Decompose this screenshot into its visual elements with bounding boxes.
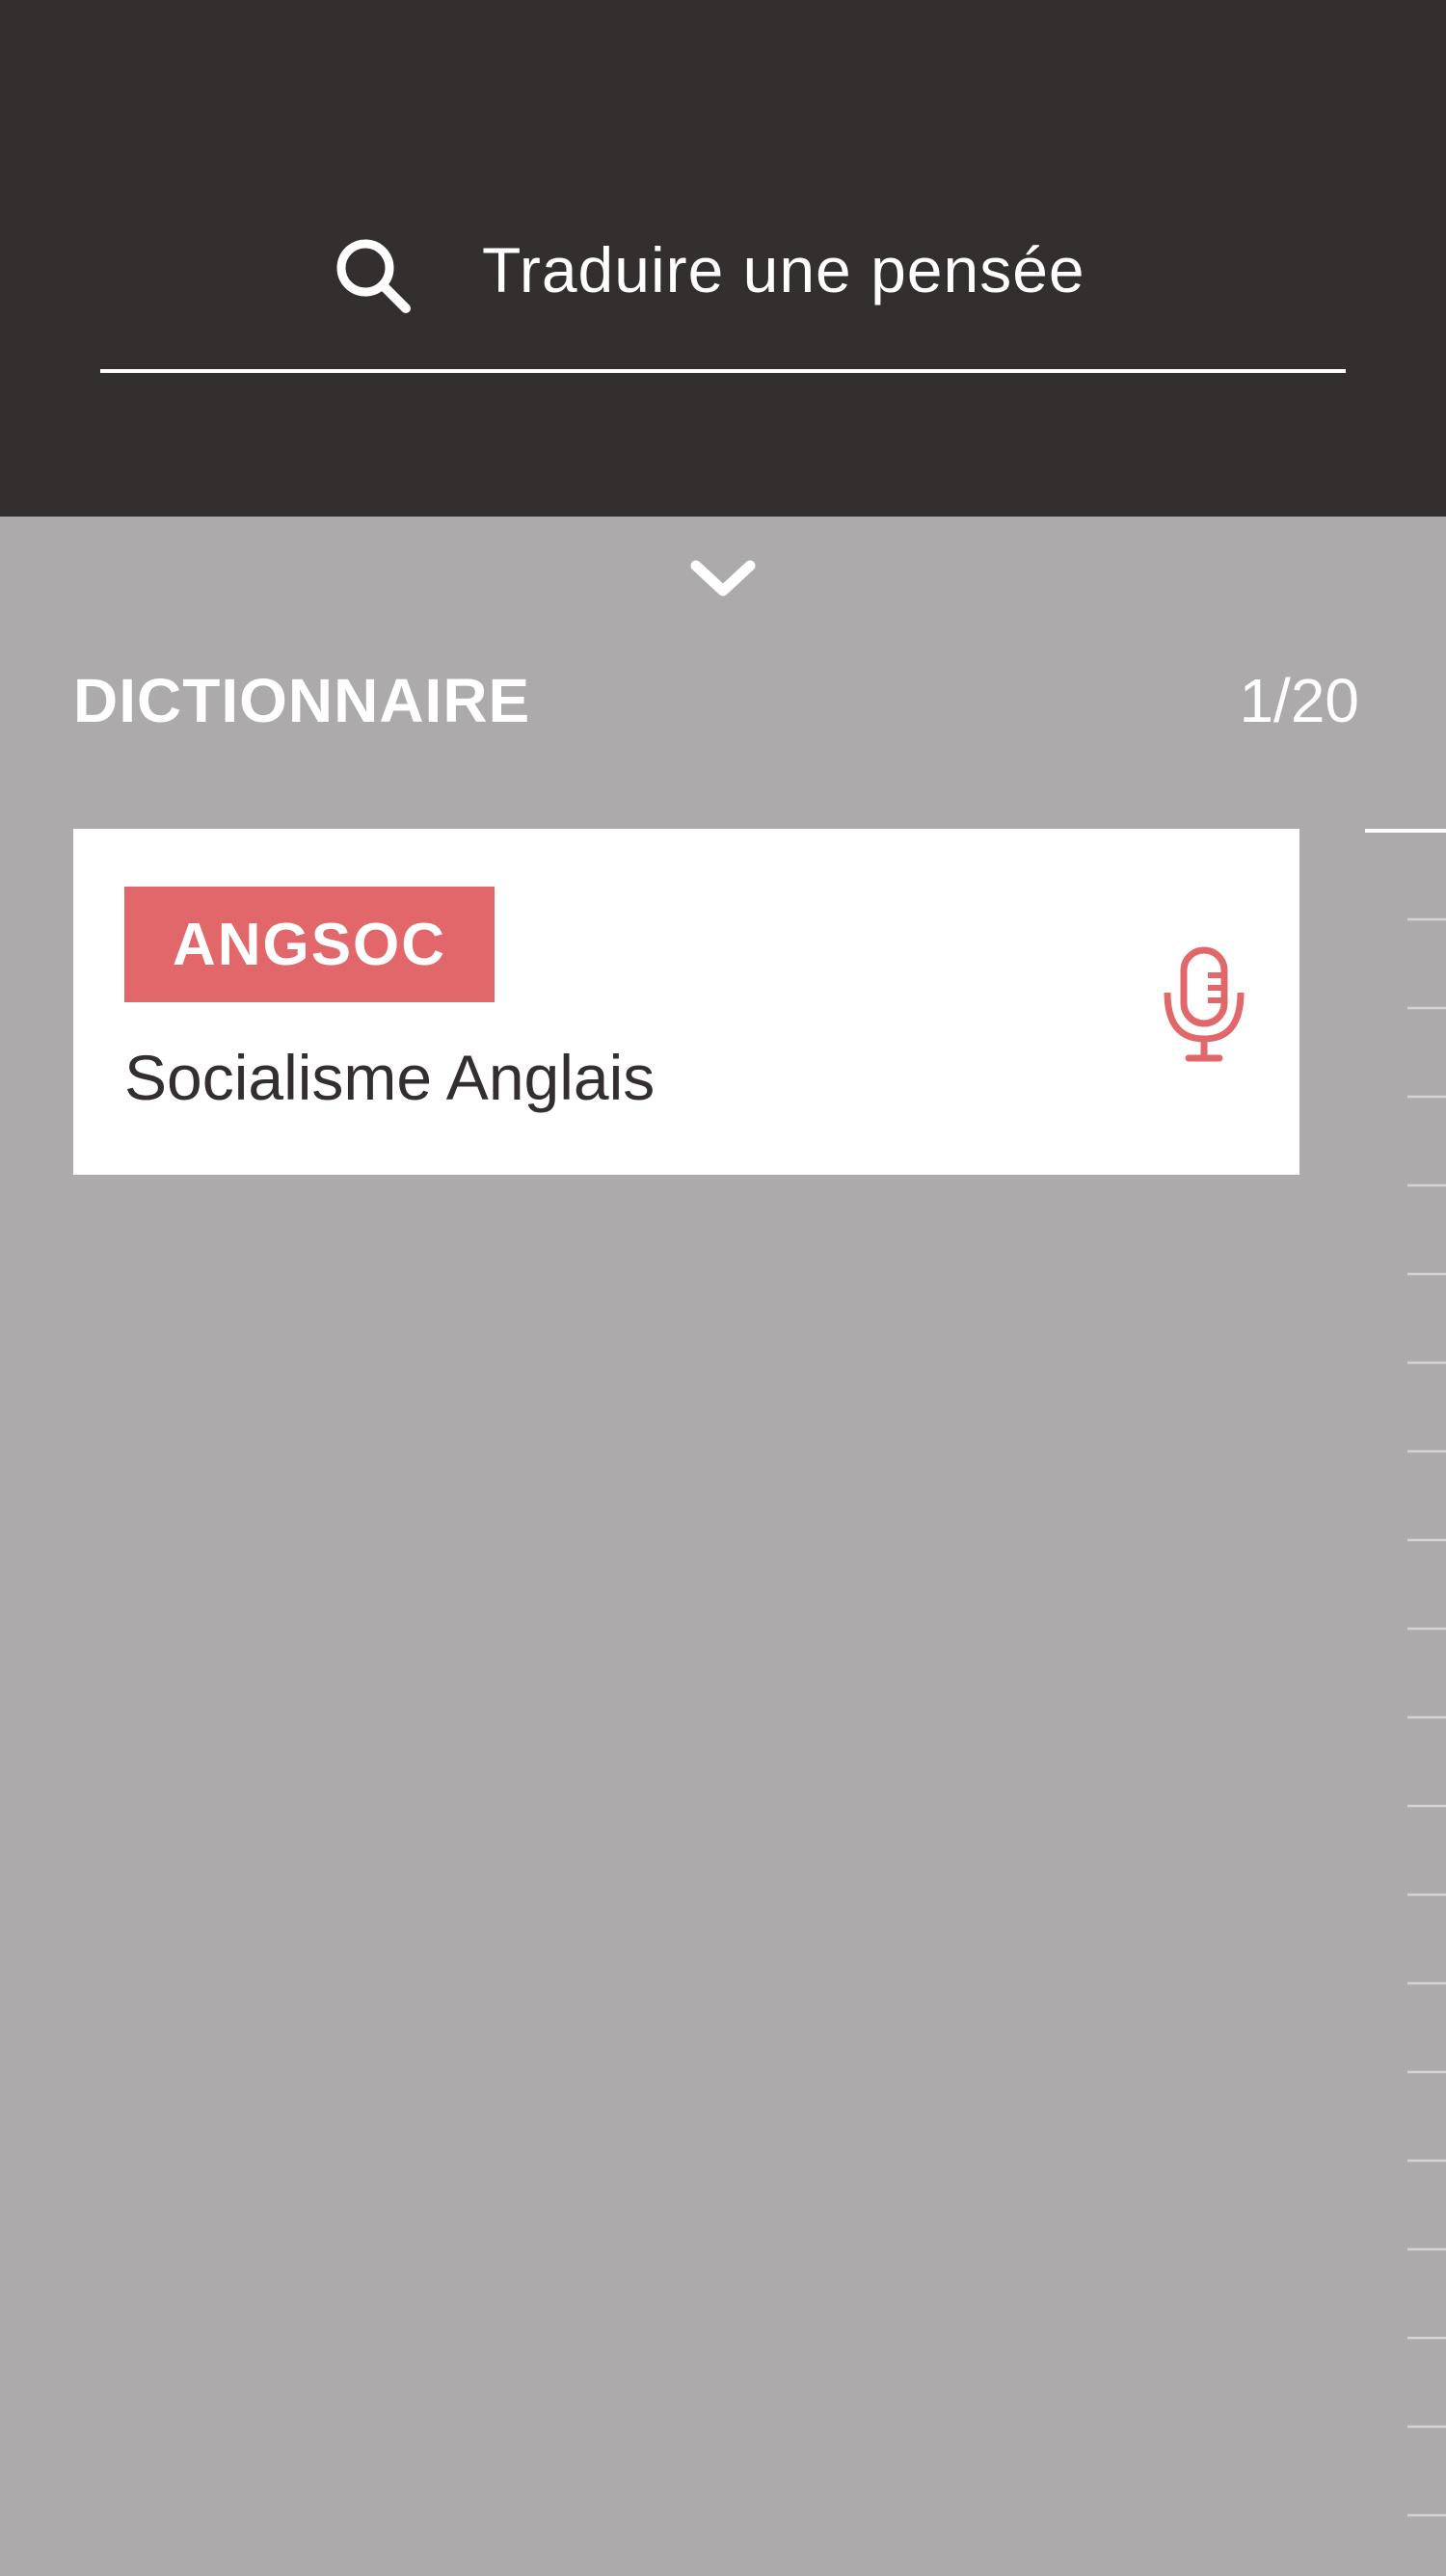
section-title: DICTIONNAIRE [73,666,531,735]
search-header [0,0,1446,517]
entry-term-badge: ANGSOC [124,887,495,1002]
scroll-ticks [1365,829,1446,2517]
microphone-icon[interactable] [1158,944,1250,1064]
search-underline [100,369,1346,373]
search-icon[interactable] [333,235,414,316]
page-counter: 1/20 [1239,666,1359,735]
search-input[interactable] [482,222,1272,318]
scroll-rail[interactable] [1350,819,1446,2571]
chevron-down-icon[interactable] [688,556,758,602]
entry-definition: Socialisme Anglais [124,1042,656,1113]
dictionary-entry-card[interactable]: ANGSOC Socialisme Anglais [73,829,1299,1175]
